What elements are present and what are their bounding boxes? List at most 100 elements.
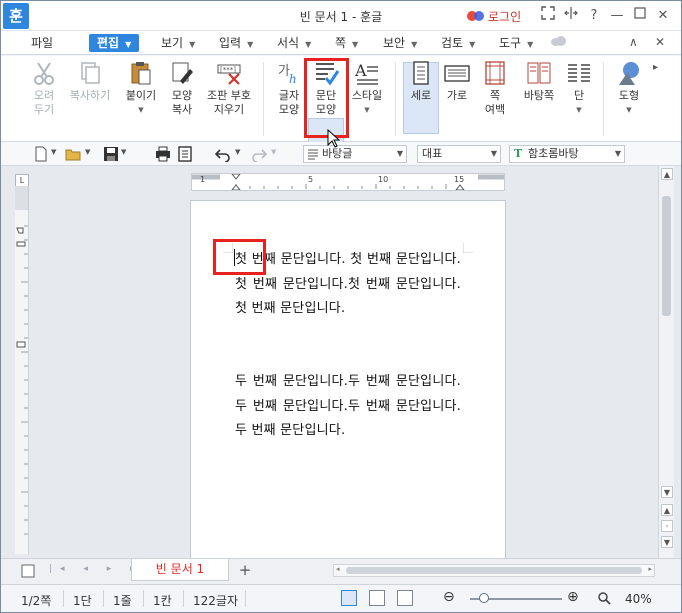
zoom-level[interactable]: 40% — [625, 592, 652, 606]
char-shape-icon: 가h — [278, 64, 297, 86]
background-page-icon — [527, 62, 551, 84]
margin-mark — [463, 243, 473, 253]
print-icon[interactable] — [155, 146, 171, 162]
undo-icon[interactable] — [215, 146, 231, 162]
language-select[interactable]: 대표 ▼ — [417, 145, 501, 163]
zoom-in-icon[interactable]: ⊕ — [567, 589, 579, 605]
scroll-up-icon[interactable]: ▲ — [661, 168, 673, 180]
background-page-button[interactable]: 바탕쪽 — [519, 59, 559, 103]
new-document-icon[interactable] — [33, 146, 49, 162]
menu-edit[interactable]: 편집 ▼ — [89, 34, 140, 52]
chevron-down-icon: ▼ — [352, 40, 359, 49]
paste-button[interactable]: 붙이기 ▼ — [119, 59, 163, 117]
collapse-ribbon-icon[interactable]: ∧ — [629, 35, 638, 49]
split-view-icon[interactable] — [561, 6, 581, 26]
maximize-icon[interactable] — [630, 6, 650, 26]
landscape-button[interactable]: 가로 — [441, 59, 473, 103]
scroll-left-icon[interactable]: ◂ — [336, 565, 340, 573]
format-copy-label: 모양 복사 — [171, 89, 193, 116]
chevron-down-icon: ▼ — [469, 40, 476, 49]
scroll-thumb[interactable] — [662, 196, 671, 316]
hscroll-thumb[interactable] — [346, 567, 642, 574]
paragraph-2[interactable]: 두 번째 문단입니다.두 번째 문단입니다.두 번째 문단입니다.두 번째 문단… — [235, 370, 461, 444]
zoom-out-icon[interactable]: ⊖ — [443, 589, 455, 605]
scissors-icon — [34, 62, 54, 85]
page-margin-button[interactable]: 쪽 여백 — [477, 59, 513, 117]
page-down-icon[interactable]: ▼ — [661, 536, 673, 548]
chevron-down-icon[interactable]: ▼ — [51, 148, 56, 156]
login-button[interactable]: 로그인 — [467, 7, 521, 25]
save-icon[interactable] — [103, 146, 119, 162]
tab-document[interactable]: 빈 문서 1 — [131, 559, 229, 581]
shapes-button[interactable]: 도형 ▼ — [611, 59, 647, 117]
cloud-icon[interactable] — [549, 35, 567, 50]
menu-view[interactable]: 보기 ▼ — [161, 34, 195, 52]
chevron-down-icon: ▼ — [305, 40, 312, 49]
status-divider — [103, 590, 104, 607]
close-icon[interactable]: ✕ — [653, 6, 673, 26]
horizontal-scrollbar[interactable]: ◂ ▸ — [333, 564, 655, 577]
style-button[interactable]: A 스타일 ▼ — [347, 59, 387, 117]
ribbon-toolbar: 오려 두기 복사하기 붙이기 ▼ 모양 복사 [***] 조판 부호 지우기 가… — [1, 56, 681, 188]
remove-markup-button[interactable]: [***] 조판 부호 지우기 — [203, 59, 255, 117]
format-copy-button[interactable]: 모양 복사 — [163, 59, 201, 117]
zoom-slider-knob[interactable] — [479, 593, 489, 603]
page-view-icon[interactable] — [341, 590, 357, 606]
chevron-down-icon[interactable]: ▼ — [235, 148, 240, 156]
fullscreen-icon[interactable] — [538, 6, 558, 26]
menu-security[interactable]: 보안 ▼ — [383, 34, 417, 52]
vertical-ruler[interactable] — [15, 186, 29, 554]
clipboard-icon — [131, 62, 151, 85]
menu-tools[interactable]: 도구 ▼ — [499, 34, 533, 52]
ruler-tick-label: 1 — [200, 175, 206, 184]
chevron-down-icon: ▼ — [125, 40, 132, 49]
menu-view-label: 보기 — [161, 36, 184, 50]
menu-page[interactable]: 쪽 ▼ — [335, 34, 358, 52]
chevron-down-icon[interactable]: ▼ — [121, 148, 126, 156]
columns-button[interactable]: 단 ▼ — [563, 59, 595, 117]
columns-icon — [568, 64, 590, 82]
chevron-down-icon: ▼ — [411, 40, 418, 49]
portrait-button[interactable]: 세로 — [403, 59, 439, 103]
scroll-down-icon[interactable]: ▼ — [661, 486, 673, 498]
status-page[interactable]: 1/2쪽 — [21, 592, 51, 609]
horizontal-ruler[interactable]: 1 5 10 15 — [191, 173, 505, 191]
preview-icon[interactable] — [177, 146, 193, 162]
chevron-down-icon: ▼ — [364, 106, 370, 114]
paragraph-1[interactable]: 첫 번째 문단입니다. 첫 번째 문단입니다.첫 번째 문단입니다.첫 번째 문… — [235, 248, 461, 322]
menu-review[interactable]: 검토 ▼ — [441, 34, 475, 52]
help-icon[interactable]: ? — [584, 6, 604, 26]
cut-button[interactable]: 오려 두기 — [21, 59, 67, 117]
chevron-down-icon[interactable]: ▼ — [85, 148, 90, 156]
page-up-icon[interactable]: ▲ — [661, 504, 673, 516]
full-page-icon[interactable] — [397, 590, 413, 606]
font-select-value: 함초롬바탕 — [528, 147, 579, 160]
vertical-scrollbar[interactable]: ▲ ▼ ▲ ◦ ▼ — [658, 166, 674, 558]
ruler-tick-label: 10 — [378, 175, 389, 184]
close-doc-icon[interactable]: ✕ — [655, 35, 665, 49]
scroll-right-icon[interactable]: ▸ — [648, 565, 652, 573]
redo-icon[interactable] — [251, 146, 267, 162]
style-select[interactable]: 바탕글 ▼ — [303, 145, 407, 163]
minimize-icon[interactable]: — — [607, 6, 627, 26]
menu-file[interactable]: 파일 — [31, 34, 53, 52]
char-shape-button[interactable]: 가h 글자 모양 — [271, 59, 307, 117]
fit-width-icon[interactable] — [369, 590, 385, 606]
tab-list-icon[interactable] — [21, 564, 35, 578]
portrait-page-icon — [413, 61, 429, 85]
magnifier-icon[interactable] — [597, 591, 611, 605]
status-divider — [63, 590, 64, 607]
chevron-down-icon[interactable]: ▼ — [271, 148, 276, 156]
page-margin-label: 쪽 여백 — [484, 89, 506, 116]
ribbon-scroll-icon[interactable]: ▸ — [653, 62, 658, 73]
chevron-down-icon: ▼ — [189, 40, 196, 49]
ruler-tick-label: 15 — [454, 175, 465, 184]
menu-format[interactable]: 서식 ▼ — [277, 34, 311, 52]
add-tab-button[interactable]: + — [235, 561, 255, 579]
font-select[interactable]: T 함초롬바탕 ▼ — [509, 145, 625, 163]
menu-insert[interactable]: 입력 ▼ — [219, 34, 253, 52]
copy-button[interactable]: 복사하기 — [63, 59, 117, 103]
page-select-icon[interactable]: ◦ — [661, 520, 673, 532]
svg-text:h: h — [289, 72, 297, 86]
open-folder-icon[interactable] — [65, 146, 81, 162]
